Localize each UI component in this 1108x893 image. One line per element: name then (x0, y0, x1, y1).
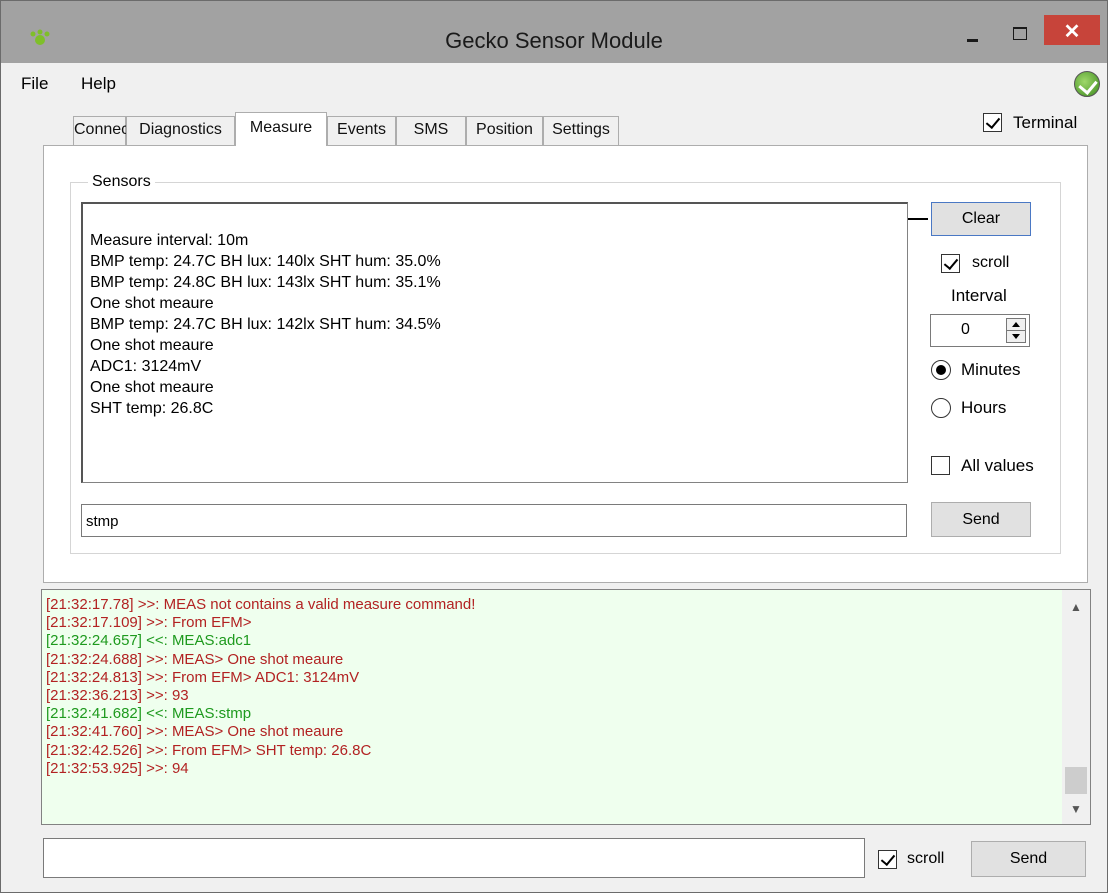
terminal-scrollbar[interactable]: ▲ ▼ (1062, 590, 1090, 824)
tab-diagnostics[interactable]: Diagnostics (126, 116, 235, 145)
minutes-radio-label: Minutes (961, 360, 1021, 379)
terminal-line: [21:32:24.688] >>: MEAS> One shot meaure (46, 650, 344, 668)
stepper-buttons[interactable] (1006, 318, 1026, 343)
sensor-log-line: Measure interval: 10m (90, 232, 249, 249)
sensor-log-line: BMP temp: 24.7C BH lux: 142lx SHT hum: 3… (90, 316, 441, 333)
tab-sms[interactable]: SMS (396, 116, 466, 145)
terminal-line: [21:32:24.813] >>: From EFM> ADC1: 3124m… (46, 668, 360, 686)
sensor-log-line: One shot meaure (90, 379, 214, 396)
scrollbar-thumb[interactable] (1065, 767, 1087, 794)
terminal-checkbox-label: Terminal (1013, 113, 1078, 132)
terminal-scroll-checkbox[interactable] (878, 850, 897, 869)
close-button[interactable]: ✕ (1044, 15, 1100, 45)
connected-check-icon (1074, 71, 1100, 97)
tab-connect[interactable]: Connect (73, 116, 134, 145)
sensor-log-line: ADC1: 3124mV (90, 358, 202, 375)
terminal-lines: [21:32:17.78] >>: MEAS not contains a va… (46, 596, 475, 778)
terminal-line: [21:32:41.682] <<: MEAS:stmp (46, 705, 252, 723)
sensor-output-textarea[interactable]: Measure interval: 10m BMP temp: 24.7C BH… (81, 202, 908, 483)
terminal-line: [21:32:36.213] >>: 93 (46, 687, 189, 705)
terminal-checkbox[interactable] (983, 113, 1002, 132)
terminal-log[interactable]: [21:32:17.78] >>: MEAS not contains a va… (41, 589, 1091, 825)
interval-label: Interval (951, 286, 1007, 305)
sensor-log-line: One shot meaure (90, 295, 214, 312)
hours-radio[interactable] (931, 398, 951, 418)
app-window: Gecko Sensor Module ✕ File Help Connect … (0, 0, 1108, 893)
send-command-button[interactable]: Send (931, 502, 1031, 537)
measure-tab-page: Sensors Measure interval: 10m BMP temp: … (43, 145, 1088, 583)
scroll-up-icon[interactable]: ▲ (1070, 600, 1082, 614)
terminal-line: [21:32:24.657] <<: MEAS:adc1 (46, 632, 252, 650)
terminal-line: [21:32:41.760] >>: MEAS> One shot meaure (46, 723, 344, 741)
menu-bar: File Help (1, 67, 1107, 103)
tab-position[interactable]: Position (466, 116, 543, 145)
stepper-down-icon[interactable] (1012, 334, 1020, 339)
terminal-input[interactable] (43, 838, 865, 878)
clear-button[interactable]: Clear (931, 202, 1031, 236)
menu-help[interactable]: Help (81, 74, 116, 94)
sensor-log-line: BMP temp: 24.8C BH lux: 143lx SHT hum: 3… (90, 274, 441, 291)
window-title: Gecko Sensor Module (445, 28, 663, 53)
minutes-radio[interactable] (931, 360, 951, 380)
interval-stepper[interactable]: 0 (930, 314, 1030, 347)
scroll-checkbox-label: scroll (972, 254, 1010, 271)
sensor-log-line: SHT temp: 26.8C (90, 400, 214, 417)
tab-settings[interactable]: Settings (543, 116, 619, 145)
terminal-line: [21:32:42.526] >>: From EFM> SHT temp: 2… (46, 741, 372, 759)
menu-file[interactable]: File (21, 74, 48, 94)
divider-dash (908, 218, 928, 220)
terminal-line: [21:32:17.109] >>: From EFM> (46, 614, 252, 632)
stepper-separator (1007, 330, 1025, 331)
command-input[interactable]: stmp (81, 504, 907, 537)
hours-radio-label: Hours (961, 398, 1007, 417)
all-values-checkbox[interactable] (931, 456, 950, 475)
interval-value: 0 (961, 321, 970, 338)
title-bar[interactable]: Gecko Sensor Module ✕ (1, 1, 1107, 63)
tab-measure[interactable]: Measure (235, 112, 327, 146)
scroll-down-icon[interactable]: ▼ (1070, 802, 1082, 816)
sensor-log-line: One shot meaure (90, 337, 214, 354)
terminal-line: [21:32:53.925] >>: 94 (46, 759, 189, 777)
terminal-line: [21:32:17.78] >>: MEAS not contains a va… (46, 596, 476, 613)
close-icon: ✕ (1063, 21, 1081, 43)
all-values-label: All values (961, 456, 1034, 475)
terminal-scroll-label: scroll (907, 850, 945, 867)
minimize-button[interactable] (953, 15, 993, 47)
sensors-group-title: Sensors (88, 173, 155, 191)
scroll-checkbox[interactable] (941, 254, 960, 273)
terminal-send-button[interactable]: Send (971, 841, 1086, 877)
sensor-log-line: BMP temp: 24.7C BH lux: 140lx SHT hum: 3… (90, 253, 441, 270)
maximize-button[interactable] (999, 15, 1039, 47)
stepper-up-icon[interactable] (1012, 322, 1020, 327)
tab-events[interactable]: Events (327, 116, 396, 145)
